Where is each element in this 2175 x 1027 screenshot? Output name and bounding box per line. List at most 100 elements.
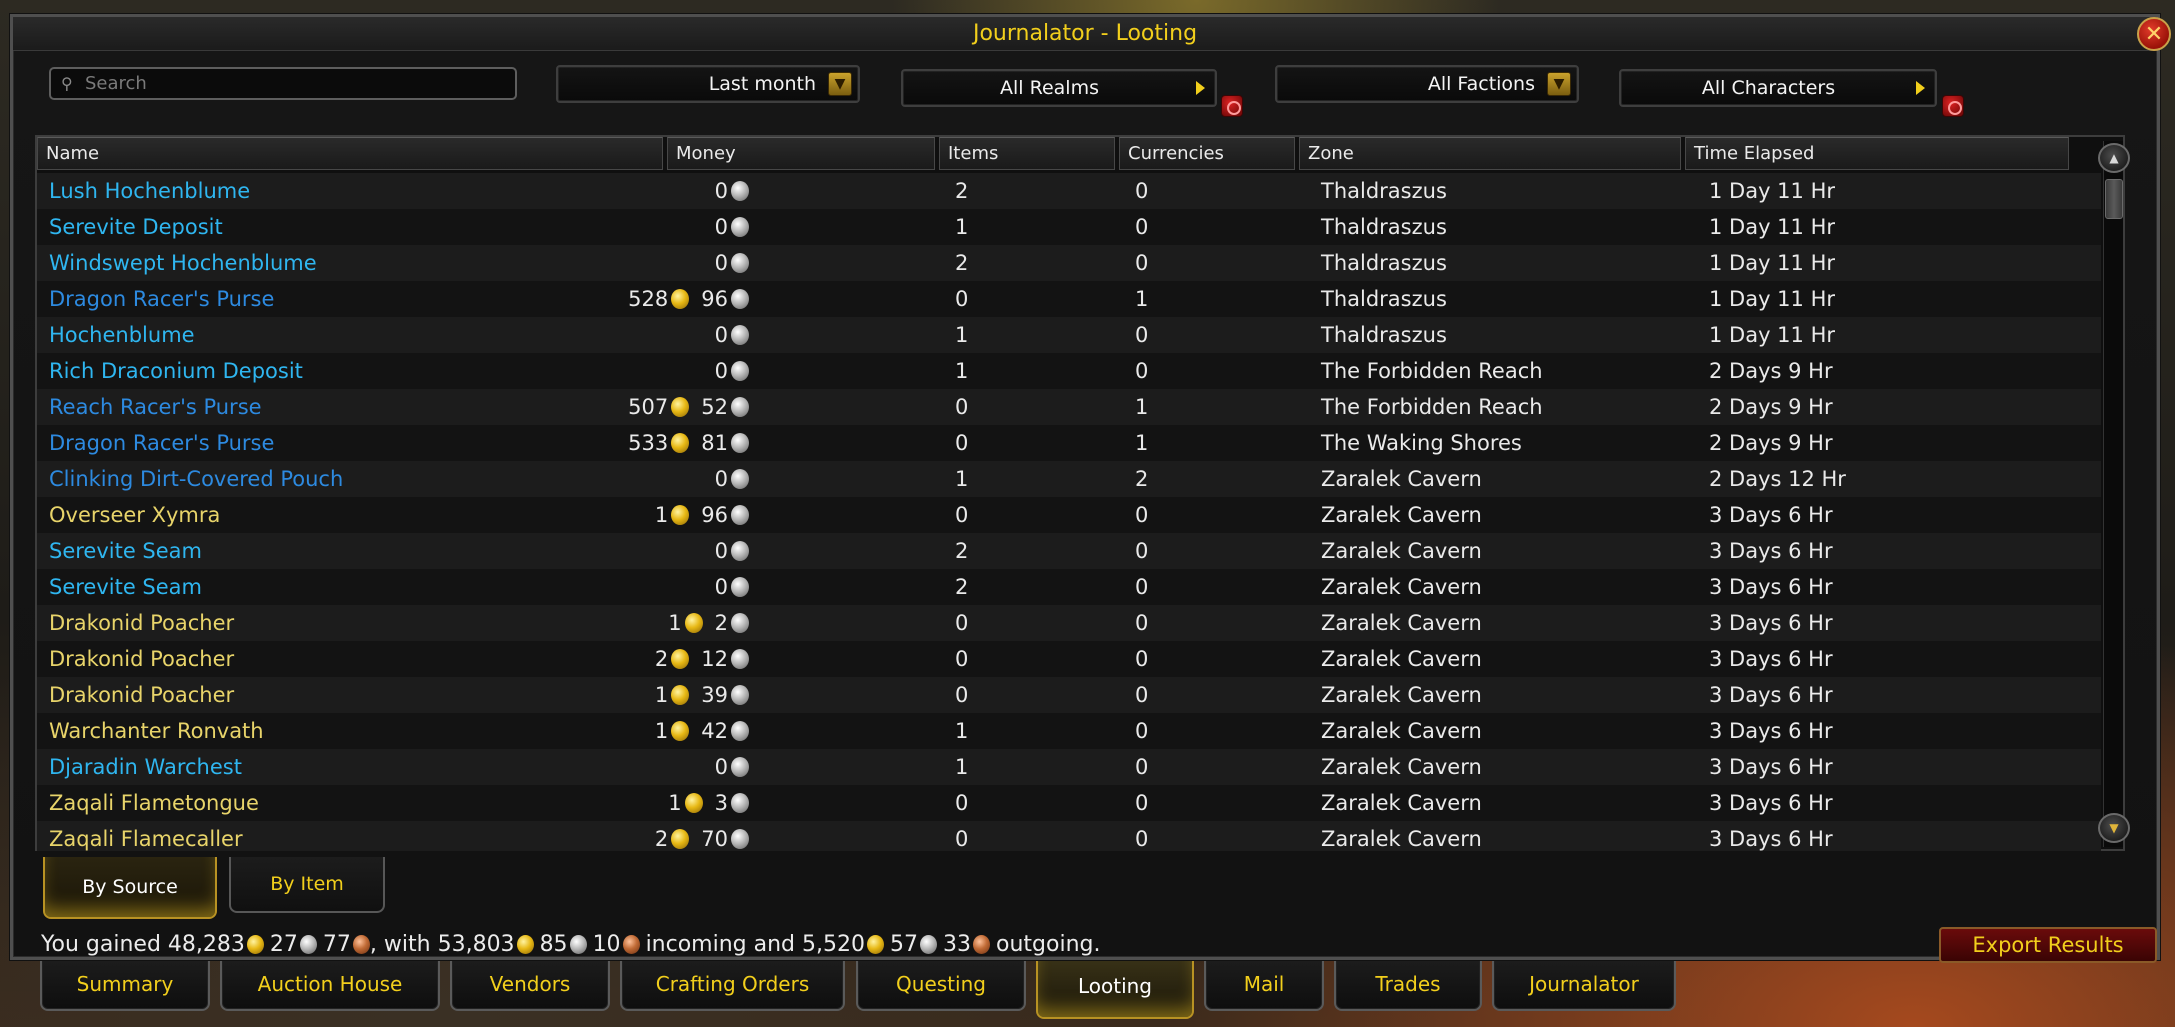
- tab-by-source[interactable]: By Source: [43, 857, 217, 919]
- tab-mail[interactable]: Mail: [1204, 958, 1324, 1011]
- silver-amount: 3: [714, 791, 728, 815]
- table-row[interactable]: Clinking Dirt-Covered Pouch 0 1 2 Zaralek Ca…: [37, 461, 2101, 497]
- tab-looting[interactable]: Looting: [1036, 954, 1194, 1019]
- tab-summary[interactable]: Summary: [40, 958, 210, 1011]
- source-name[interactable]: Serevite Seam: [49, 533, 202, 569]
- items-count: 2: [955, 179, 969, 203]
- source-name[interactable]: Warchanter Ronvath: [49, 713, 264, 749]
- source-name[interactable]: Overseer Xymra: [49, 497, 220, 533]
- time-elapsed: 3 Days 6 Hr: [1709, 791, 1833, 815]
- table-header: Name Money Items Currencies Zone Time El…: [37, 137, 2101, 170]
- table-row[interactable]: Dragon Racer's Purse 533 81 0 1 The Waking Sh…: [37, 425, 2101, 461]
- time-elapsed: 1 Day 11 Hr: [1709, 323, 1835, 347]
- source-name[interactable]: Zaqali Flametongue: [49, 785, 259, 821]
- table-row[interactable]: Lush Hochenblume 0 2 0 Thaldraszus 1 Day 11 H…: [37, 173, 2101, 209]
- source-name[interactable]: Drakonid Poacher: [49, 641, 234, 677]
- table-row[interactable]: Rich Draconium Deposit 0 1 0 The Forbidden R…: [37, 353, 2101, 389]
- scroll-down-button[interactable]: ▼: [2098, 813, 2130, 843]
- outgoing-gold: 5,520: [802, 931, 865, 957]
- column-header-name[interactable]: Name: [37, 137, 663, 170]
- source-name[interactable]: Lush Hochenblume: [49, 173, 250, 209]
- tab-questing[interactable]: Questing: [856, 958, 1026, 1011]
- export-results-button[interactable]: Export Results: [1939, 927, 2157, 963]
- table-row[interactable]: Hochenblume 0 1 0 Thaldraszus 1 Day 11 Hr: [37, 317, 2101, 353]
- table-row[interactable]: Djaradin Warchest 0 1 0 Zaralek Cavern 3 Days…: [37, 749, 2101, 785]
- source-name[interactable]: Rich Draconium Deposit: [49, 353, 303, 389]
- time-range-dropdown[interactable]: Last month ▼: [556, 65, 860, 103]
- realms-dropdown[interactable]: All Realms: [901, 69, 1217, 107]
- column-header-zone[interactable]: Zone: [1299, 137, 1681, 170]
- source-name[interactable]: Djaradin Warchest: [49, 749, 242, 785]
- table-row[interactable]: Zaqali Flametongue 1 3 0 0 Zaralek Cavern 3 Da…: [37, 785, 2101, 821]
- gold-coin-icon: [671, 505, 690, 525]
- copper-coin-icon: [352, 934, 370, 954]
- tab-vendors[interactable]: Vendors: [450, 958, 610, 1011]
- table-row[interactable]: Serevite Seam 0 2 0 Zaralek Cavern 3 Days 6 H…: [37, 533, 2101, 569]
- factions-dropdown[interactable]: All Factions ▼: [1275, 65, 1579, 103]
- search-box[interactable]: ⚲: [49, 67, 517, 100]
- characters-dropdown[interactable]: All Characters: [1619, 69, 1937, 107]
- table-row[interactable]: Overseer Xymra 1 96 0 0 Zaralek Cavern 3 Days …: [37, 497, 2101, 533]
- scroll-thumb[interactable]: [2105, 179, 2123, 219]
- source-name[interactable]: Dragon Racer's Purse: [49, 281, 274, 317]
- tab-auction-house[interactable]: Auction House: [220, 958, 440, 1011]
- time-elapsed: 2 Days 9 Hr: [1709, 431, 1833, 455]
- column-header-time-elapsed[interactable]: Time Elapsed: [1685, 137, 2069, 170]
- source-name[interactable]: Serevite Deposit: [49, 209, 223, 245]
- table-row[interactable]: Serevite Seam 0 2 0 Zaralek Cavern 3 Days 6 H…: [37, 569, 2101, 605]
- money-value: 0: [487, 173, 749, 209]
- dropdown-arrow-icon: ▼: [1547, 72, 1571, 96]
- tab-crafting-orders[interactable]: Crafting Orders: [620, 958, 845, 1011]
- gold-amount: 1: [668, 791, 682, 815]
- money-value: 2 12: [487, 641, 749, 677]
- table-row[interactable]: Windswept Hochenblume 0 2 0 Thaldraszus 1 Day…: [37, 245, 2101, 281]
- source-name[interactable]: Hochenblume: [49, 317, 195, 353]
- table-row[interactable]: Zaqali Flamecaller 2 70 0 0 Zaralek Cavern 3 D…: [37, 821, 2101, 851]
- table-row[interactable]: Dragon Racer's Purse 528 96 0 1 Thaldraszus 1 …: [37, 281, 2101, 317]
- table-row[interactable]: Warchanter Ronvath 1 42 1 0 Zaralek Cavern 3 D…: [37, 713, 2101, 749]
- window-titlebar: Journalator - Looting: [13, 17, 2157, 51]
- search-input[interactable]: [85, 73, 505, 94]
- clear-characters-button[interactable]: [1942, 95, 1964, 117]
- currencies-count: 2: [1135, 467, 1149, 491]
- close-button[interactable]: ✕: [2137, 17, 2171, 51]
- money-value: 1 96: [487, 497, 749, 533]
- column-header-money[interactable]: Money: [667, 137, 935, 170]
- gold-amount: 528: [628, 287, 669, 311]
- source-name[interactable]: Serevite Seam: [49, 569, 202, 605]
- scrollbar[interactable]: ▲ ▼: [2098, 141, 2130, 847]
- silver-amount: 0: [714, 359, 728, 383]
- money-value: 533 81: [487, 425, 749, 461]
- source-name[interactable]: Drakonid Poacher: [49, 605, 234, 641]
- silver-coin-icon: [731, 253, 749, 273]
- gold-amount: 507: [628, 395, 669, 419]
- source-name[interactable]: Reach Racer's Purse: [49, 389, 262, 425]
- zone-name: Thaldraszus: [1321, 251, 1447, 275]
- silver-amount: 96: [701, 503, 728, 527]
- gold-coin-icon: [671, 433, 690, 453]
- column-header-items[interactable]: Items: [939, 137, 1115, 170]
- source-name[interactable]: Clinking Dirt-Covered Pouch: [49, 461, 343, 497]
- table-row[interactable]: Drakonid Poacher 1 39 0 0 Zaralek Cavern 3 Day…: [37, 677, 2101, 713]
- clear-realms-button[interactable]: [1221, 95, 1243, 117]
- column-header-currencies[interactable]: Currencies: [1119, 137, 1295, 170]
- tab-trades[interactable]: Trades: [1334, 958, 1482, 1011]
- journalator-window: Journalator - Looting ✕ ⚲ Last month ▼ A…: [10, 14, 2171, 963]
- tab-by-item[interactable]: By Item: [229, 857, 385, 913]
- table-row[interactable]: Drakonid Poacher 1 2 0 0 Zaralek Cavern 3 Days…: [37, 605, 2101, 641]
- scroll-up-button[interactable]: ▲: [2098, 143, 2130, 173]
- items-count: 0: [955, 395, 969, 419]
- source-name[interactable]: Windswept Hochenblume: [49, 245, 317, 281]
- gold-amount: 1: [668, 611, 682, 635]
- source-name[interactable]: Drakonid Poacher: [49, 677, 234, 713]
- table-row[interactable]: Reach Racer's Purse 507 52 0 1 The Forbidden …: [37, 389, 2101, 425]
- table-row[interactable]: Serevite Deposit 0 1 0 Thaldraszus 1 Day 11 H…: [37, 209, 2101, 245]
- summary-mid2: incoming and: [645, 931, 796, 957]
- source-name[interactable]: Zaqali Flamecaller: [49, 821, 243, 851]
- tab-journalator[interactable]: Journalator: [1492, 958, 1676, 1011]
- source-name[interactable]: Dragon Racer's Purse: [49, 425, 274, 461]
- silver-amount: 0: [714, 467, 728, 491]
- gold-coin-icon: [671, 721, 690, 741]
- zone-name: The Waking Shores: [1321, 431, 1522, 455]
- table-row[interactable]: Drakonid Poacher 2 12 0 0 Zaralek Cavern 3 Day…: [37, 641, 2101, 677]
